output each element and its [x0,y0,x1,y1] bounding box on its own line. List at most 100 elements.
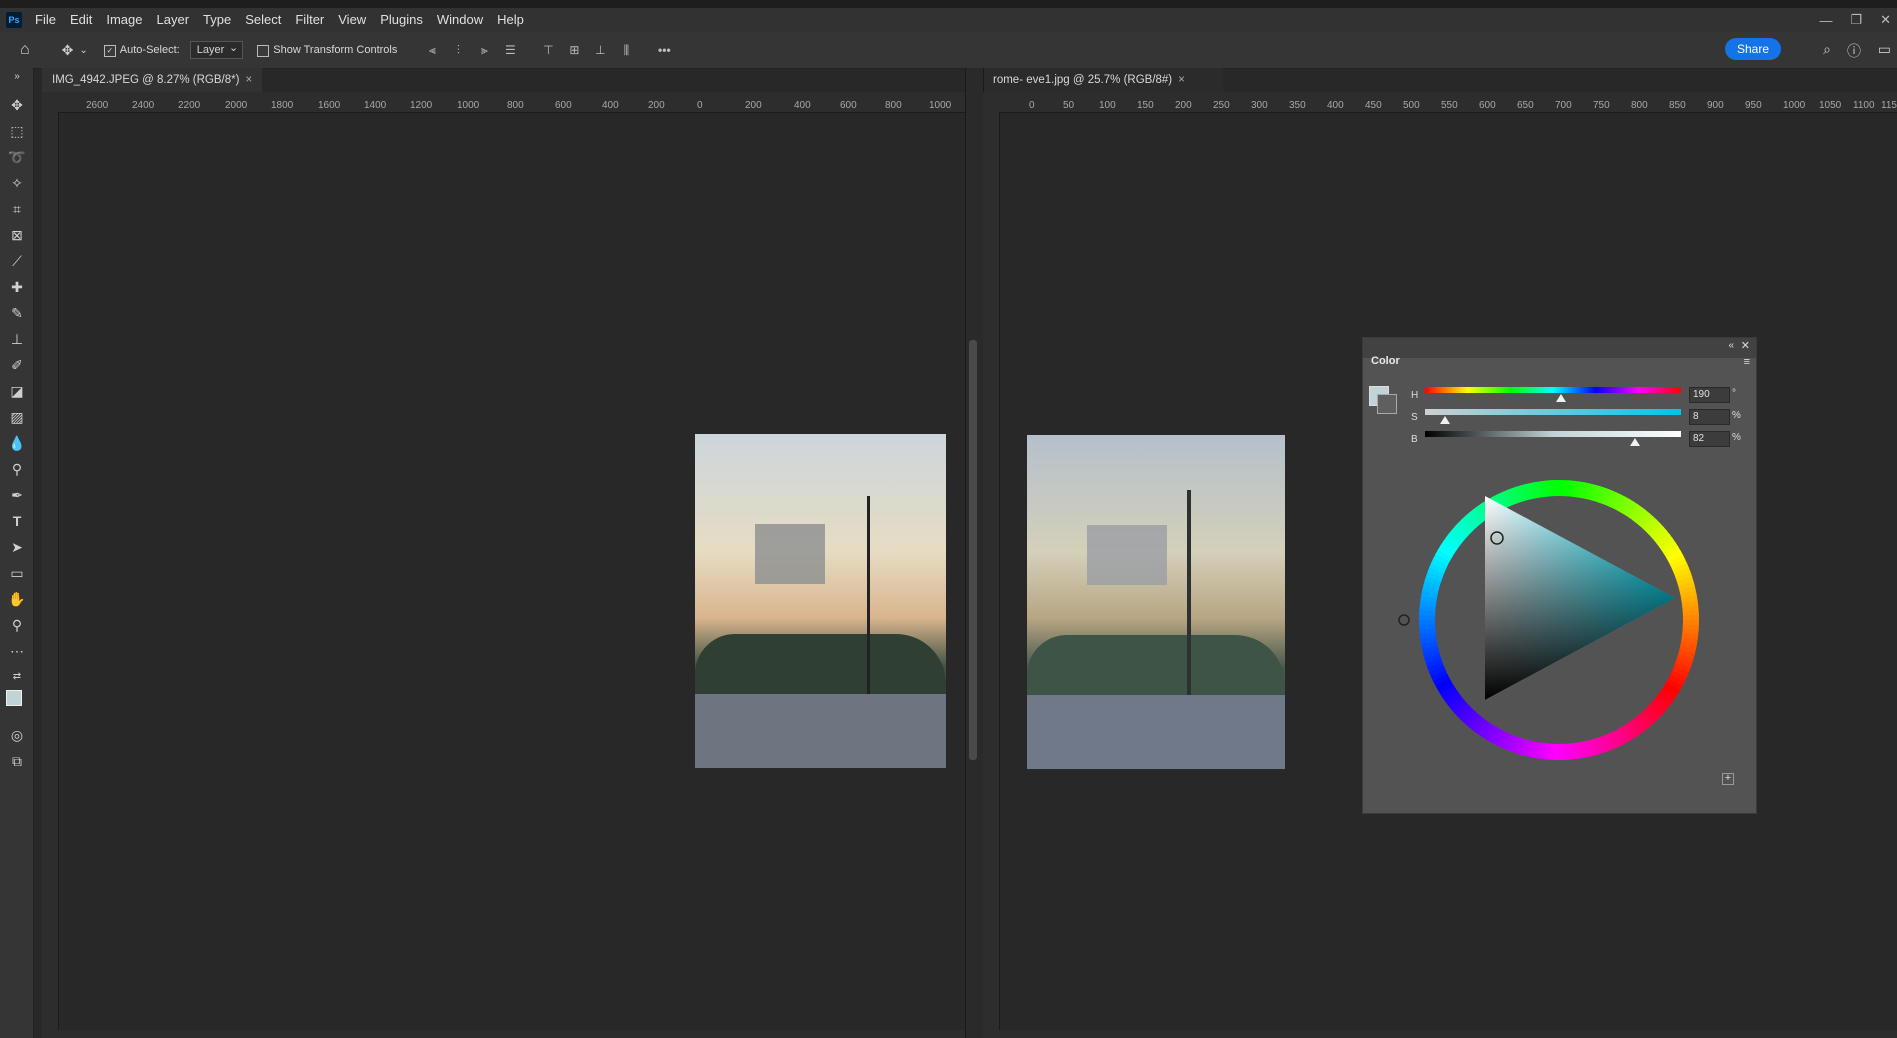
move-tool-icon[interactable]: ✥ [62,42,74,59]
more-options-icon[interactable]: ••• [657,43,671,57]
search-icon[interactable]: ⌕ [1823,41,1831,58]
distribute-icon[interactable]: ☰ [503,43,517,57]
align-left-icon[interactable]: ⫷ [425,43,439,57]
auto-select-checkbox[interactable]: ✓ [103,43,120,57]
menu-window[interactable]: Window [430,8,490,32]
history-brush-icon[interactable]: ✐ [8,356,26,374]
frame-tool-icon[interactable]: ⊠ [8,226,26,244]
align-bottom-icon[interactable]: ⊥ [593,43,607,57]
menu-plugins[interactable]: Plugins [373,8,430,32]
crop-tool-icon[interactable]: ⌗ [8,200,26,218]
dodge-tool-icon[interactable]: ⚲ [8,460,26,478]
menu-edit[interactable]: Edit [63,8,99,32]
zoom-tool-icon[interactable]: ⚲ [8,616,26,634]
share-button[interactable]: Share [1724,38,1781,60]
ruler-tick: 600 [1479,100,1496,111]
ruler-tick: 1000 [929,100,952,111]
collapse-panel-icon[interactable]: « [1728,340,1734,351]
align-top-icon[interactable]: ⊤ [541,43,555,57]
edit-toolbar-icon[interactable]: ⋯ [8,642,26,660]
type-tool-icon[interactable]: T [8,512,26,530]
document-canvas-photo[interactable] [695,434,946,768]
menu-help[interactable]: Help [490,8,531,32]
saturation-label: S [1411,412,1418,423]
tab-document-1[interactable]: IMG_4942.JPEG @ 8.27% (RGB/8*) × [42,68,262,92]
ruler-tick: 1400 [364,100,387,111]
ruler-tick: 200 [745,100,762,111]
hue-ring-handle[interactable] [1398,614,1410,626]
color-wheel[interactable] [1391,458,1727,794]
tools-panel: » ✥ ⬚ ➰ ✧ ⌗ ⊠ ⟋ ✚ ✎ ⊥ ✐ ◪ ▨ 💧 ⚲ ✒ T ➤ ▭ … [0,68,34,1038]
background-color-swatch[interactable] [1377,394,1397,414]
menu-filter[interactable]: Filter [288,8,331,32]
close-panel-icon[interactable]: ✕ [1741,339,1750,352]
eraser-icon[interactable]: ◪ [8,382,26,400]
healing-brush-icon[interactable]: ✚ [8,278,26,296]
chevron-down-icon[interactable]: ⌄ [79,45,87,56]
hue-slider[interactable] [1425,387,1681,393]
options-bar: ⌂ ✥ ⌄ ✓ Auto-Select: Layer Show Transfor… [0,32,1897,69]
close-tab-icon[interactable]: × [1178,74,1185,86]
move-tool-icon[interactable]: ✥ [8,96,26,114]
align-right-icon[interactable]: ⫸ [477,43,491,57]
brightness-label: B [1411,434,1418,445]
workspace-icon[interactable]: ▭ [1878,41,1891,58]
rectangle-tool-icon[interactable]: ▭ [8,564,26,582]
hand-tool-icon[interactable]: ✋ [8,590,26,608]
panel-tab-color[interactable]: Color [1371,355,1400,367]
ruler-tick: 300 [1251,100,1268,111]
home-icon[interactable]: ⌂ [20,41,30,59]
foreground-color-swatch[interactable] [6,690,22,706]
swap-colors-icon[interactable]: ⇄ [8,668,26,686]
distribute-vertical-icon[interactable]: ⫼ [619,43,633,57]
ruler-tick: 2600 [86,100,109,111]
close-icon[interactable]: ✕ [1880,12,1891,28]
blur-tool-icon[interactable]: 💧 [8,434,26,452]
photoshop-logo-icon: Ps [6,12,22,28]
hue-value-field[interactable]: 190 [1689,387,1730,403]
help-icon[interactable]: ⓘ [1847,41,1861,61]
menu-bar: Ps File Edit Image Layer Type Select Fil… [0,8,1897,32]
show-transform-label: Show Transform Controls [273,44,398,56]
lasso-tool-icon[interactable]: ➰ [8,148,26,166]
document-canvas-painting[interactable] [1027,435,1285,769]
vertical-scrollbar[interactable] [969,340,977,760]
quick-mask-icon[interactable]: ◎ [8,726,26,744]
screen-mode-icon[interactable]: ⧉ [8,752,26,770]
stamp-tool-icon[interactable]: ⊥ [8,330,26,348]
show-transform-checkbox[interactable] [257,43,273,57]
eyedropper-icon[interactable]: ⟋ [8,252,26,270]
hue-slider-thumb[interactable] [1555,394,1566,402]
panel-header[interactable] [1363,338,1756,358]
close-tab-icon[interactable]: × [245,74,252,86]
align-center-icon[interactable]: ⫶ [451,43,465,57]
menu-file[interactable]: File [28,8,63,32]
gradient-tool-icon[interactable]: ▨ [8,408,26,426]
brightness-value-field[interactable]: 82 [1689,431,1730,447]
saturation-value-field[interactable]: 8 [1689,409,1730,425]
brightness-slider[interactable] [1425,431,1681,437]
horizontal-ruler: 0 50 100 150 200 250 300 350 400 450 500… [983,92,1897,113]
add-swatch-icon[interactable]: + [1722,773,1734,785]
expand-toolbar-icon[interactable]: » [8,68,26,86]
minimize-icon[interactable]: — [1819,13,1832,28]
saturation-slider[interactable] [1425,409,1681,415]
pen-tool-icon[interactable]: ✒ [8,486,26,504]
restore-icon[interactable]: ❐ [1850,12,1862,28]
saturation-slider-thumb[interactable] [1440,416,1451,424]
ruler-tick: 150 [1137,100,1154,111]
marquee-tool-icon[interactable]: ⬚ [8,122,26,140]
menu-type[interactable]: Type [196,8,238,32]
panel-menu-icon[interactable]: ≡ [1744,356,1750,368]
menu-layer[interactable]: Layer [150,8,197,32]
menu-select[interactable]: Select [238,8,288,32]
align-middle-icon[interactable]: ⊞ [567,43,581,57]
path-selection-icon[interactable]: ➤ [8,538,26,556]
menu-view[interactable]: View [331,8,373,32]
magic-wand-icon[interactable]: ✧ [8,174,26,192]
brush-tool-icon[interactable]: ✎ [8,304,26,322]
menu-image[interactable]: Image [99,8,149,32]
brightness-slider-thumb[interactable] [1629,438,1640,446]
auto-select-target-dropdown[interactable]: Layer [189,41,244,59]
tab-document-2[interactable]: rome- eve1.jpg @ 25.7% (RGB/8#) × [983,68,1223,92]
